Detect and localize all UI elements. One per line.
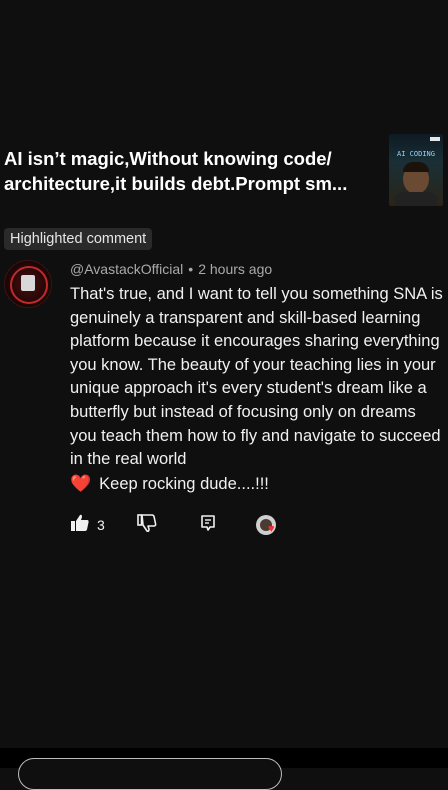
meta-separator: • [188,261,194,277]
thumbnail-badge [430,137,440,141]
thumbnail-text: AI CODING [397,150,435,158]
reply-button[interactable] [199,514,217,536]
like-count: 3 [97,517,105,533]
comment-body: That's true, and I want to tell you some… [70,283,445,496]
heart-icon: ♥ [268,523,275,535]
thumbs-down-icon [137,513,157,538]
dislike-button[interactable] [137,513,157,538]
comment-meta: @AvastackOfficial • 2 hours ago [70,261,272,277]
avatar-logo [21,275,35,291]
like-button[interactable]: 3 [70,514,105,536]
comment-closing-text: Keep rocking dude....!!! [99,474,269,493]
comment-text: That's true, and I want to tell you some… [70,285,443,469]
creator-heart-icon: ♥ [256,515,276,535]
video-title[interactable]: AI isn’t magic,Without knowing code/ arc… [4,146,380,196]
video-header[interactable]: AI isn’t magic,Without knowing code/ arc… [0,132,448,208]
thumbnail-shirt [395,192,437,206]
thumbs-up-icon [70,513,90,538]
video-thumbnail[interactable]: AI CODING [389,134,443,206]
comment-author[interactable]: @AvastackOfficial [70,261,183,277]
reply-icon [199,514,217,537]
comment-time: 2 hours ago [198,261,273,277]
add-reply-input[interactable] [18,758,282,790]
highlighted-comment-chip: Highlighted comment [4,228,153,250]
author-avatar[interactable] [4,260,52,308]
thumbnail-hair [403,162,429,172]
red-heart-emoji: ❤️ [70,473,92,493]
comment-actions: 3 ♥ [70,513,370,538]
